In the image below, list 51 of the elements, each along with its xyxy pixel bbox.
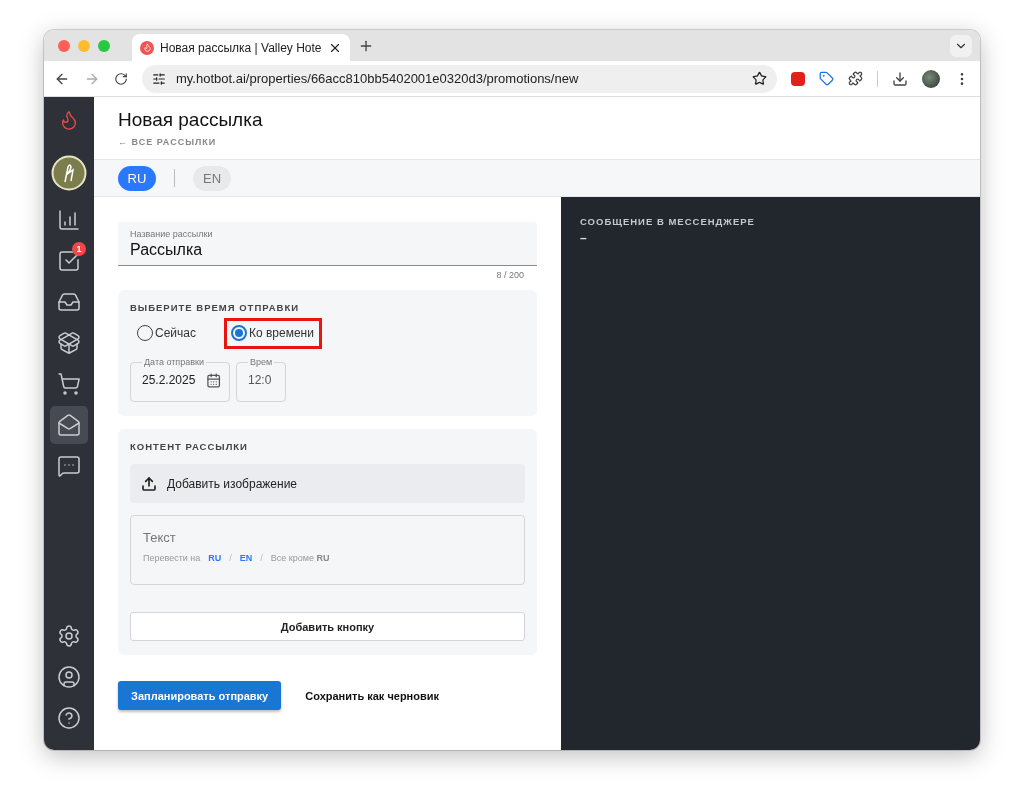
download-icon[interactable]	[892, 70, 908, 87]
bookmark-icon[interactable]	[752, 71, 767, 86]
envelope-icon	[57, 413, 81, 437]
cart-icon	[57, 372, 81, 396]
user-icon	[57, 665, 81, 689]
preview-title: СООБЩЕНИЕ В МЕССЕНДЖЕРЕ	[580, 216, 756, 227]
translate-label: Перевести на	[143, 553, 201, 563]
reload-icon[interactable]	[114, 71, 128, 86]
text-field[interactable]: Текст	[143, 530, 512, 545]
sidebar-item[interactable]: 1	[50, 242, 88, 280]
language-tab[interactable]: RU	[118, 165, 156, 191]
radio-button[interactable]: Сейчас	[137, 325, 196, 341]
section-title: КОНТЕНТ РАССЫЛКИ	[130, 441, 249, 452]
radio-button[interactable]: Ко времени	[230, 325, 314, 341]
calendar-icon[interactable]	[205, 371, 221, 389]
flame-icon	[140, 40, 154, 55]
tab-list-button[interactable]	[950, 34, 972, 57]
chart-icon	[57, 208, 81, 232]
save-draft-button[interactable]: Сохранить как черновик	[299, 688, 445, 703]
date-field[interactable]: Дата отправки 25.2.2025	[130, 357, 230, 402]
schedule-button[interactable]: Запланировать отправку	[118, 681, 282, 710]
count-badge: 1	[72, 242, 86, 256]
settings-icon	[57, 624, 81, 648]
separator: /	[229, 553, 232, 563]
browser-tab[interactable]: Новая рассылка | Valley Hote	[132, 34, 350, 61]
back-link[interactable]: ← ВСЕ РАССЫЛКИ	[118, 137, 217, 147]
upload-icon	[141, 475, 157, 492]
inbox-icon	[57, 290, 81, 314]
avatar-icon[interactable]	[922, 69, 940, 88]
puzzle-icon[interactable]	[848, 71, 863, 86]
extension-icon[interactable]	[791, 71, 805, 86]
add-button-button[interactable]: Добавить кнопку	[130, 612, 525, 641]
language-link[interactable]: EN	[239, 553, 253, 563]
page-title: Новая рассылка	[118, 109, 264, 131]
address-bar[interactable]: my.hotbot.ai/properties/66acc810bb5402001e0320d3/promotions/new	[142, 64, 777, 93]
name-field[interactable]: Название рассылки Рассылка	[118, 222, 537, 266]
logo-icon[interactable]	[51, 155, 87, 191]
box-icon	[57, 331, 81, 355]
help-icon	[57, 706, 81, 730]
separator: /	[260, 553, 263, 563]
language-link[interactable]: RU	[208, 553, 222, 563]
preview-text: –	[580, 231, 588, 245]
sidebar-item[interactable]	[50, 406, 88, 444]
tag-icon[interactable]	[819, 71, 834, 86]
chat-icon	[57, 454, 81, 478]
time-field[interactable]: Врем 12:0	[236, 357, 286, 402]
character-counter: 8 / 200	[496, 270, 524, 280]
section-title: ВЫБЕРИТЕ ВРЕМЯ ОТПРАВКИ	[130, 302, 301, 313]
add-image-button[interactable]: Добавить изображение	[130, 464, 525, 503]
language-tab[interactable]: EN	[193, 165, 231, 191]
site-settings-icon[interactable]	[152, 71, 166, 86]
